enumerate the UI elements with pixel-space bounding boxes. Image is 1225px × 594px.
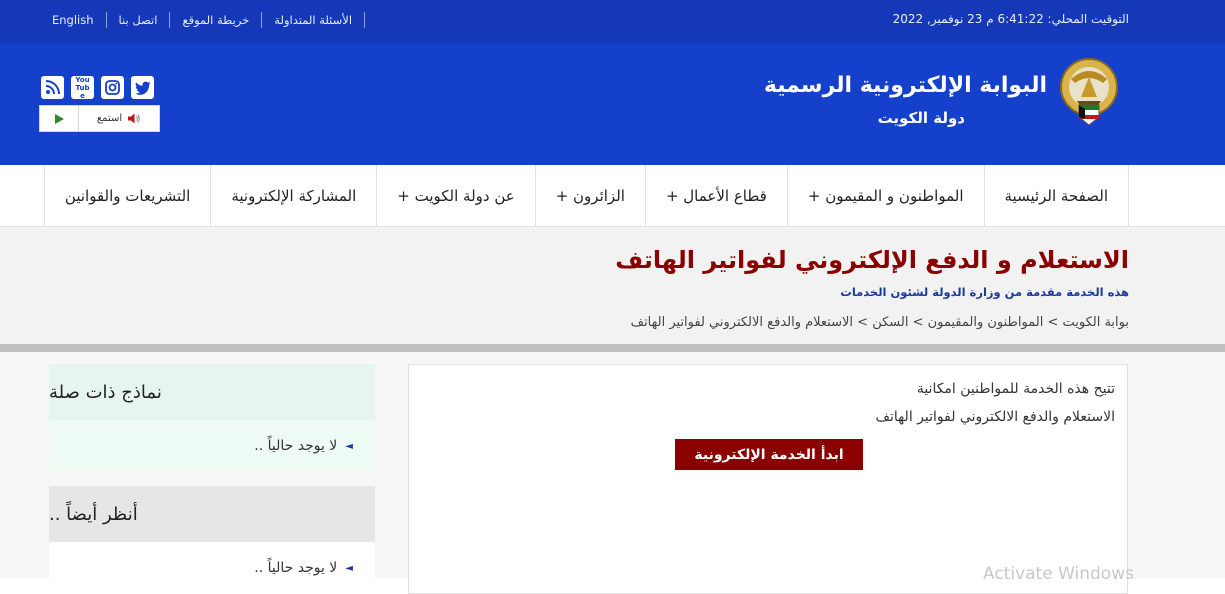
see-also-empty: لا يوجد حالياً .. <box>254 560 338 576</box>
os-activation-watermark: Activate Windows <box>983 564 1134 584</box>
nav-e-participation[interactable]: المشاركة الإلكترونية <box>211 165 378 226</box>
service-description-line-1: تتيح هذه الخدمة للمواطنين امكانية <box>916 381 1115 397</box>
service-panel: تتيح هذه الخدمة للمواطنين امكانية الاستع… <box>408 364 1128 594</box>
english-link[interactable]: English <box>52 13 106 27</box>
page-title: الاستعلام و الدفع الإلكتروني لفواتير اله… <box>615 246 1129 274</box>
service-provider: هذه الخدمة مقدمة من وزارة الدولة لشئون ا… <box>840 285 1129 299</box>
site-title[interactable]: البوابة الإلكترونية الرسمية <box>764 73 1047 98</box>
top-bar: التوقيت المحلي: 6:41:22 م 23 نوفمبر, 202… <box>0 0 1225 43</box>
listen-player: استمع <box>39 105 160 132</box>
top-links: English اتصل بنا خريطة الموقع الأسئلة ال… <box>52 12 366 28</box>
breadcrumb[interactable]: بوابة الكويت > المواطنون والمقيمون > الس… <box>631 315 1129 330</box>
listen-label: استمع <box>96 113 123 124</box>
youtube-logo-text: You Tube <box>75 75 90 100</box>
nav-citizens-residents[interactable]: المواطنون و المقيمون + <box>788 165 985 226</box>
see-also-title: أنظر أيضاً .. <box>49 486 375 542</box>
related-forms-title: نماذج ذات صلة <box>49 364 375 420</box>
social-links: You Tube <box>41 75 154 100</box>
nav-visitors[interactable]: الزائرون + <box>536 165 646 226</box>
divider <box>0 344 1225 352</box>
nav-home[interactable]: الصفحة الرئيسية <box>985 165 1129 226</box>
divider <box>364 12 366 28</box>
nav-legislation-laws[interactable]: التشريعات والقوانين <box>45 165 212 226</box>
twitter-icon[interactable] <box>131 76 154 99</box>
nav-business-sector[interactable]: قطاع الأعمال + <box>646 165 788 226</box>
speaker-icon <box>128 113 140 124</box>
bullet-icon: ◄ <box>345 440 353 452</box>
related-forms-item: ◄ لا يوجد حالياً .. <box>49 420 375 472</box>
site-header: البوابة الإلكترونية الرسمية دولة الكويت … <box>0 43 1225 165</box>
bullet-icon: ◄ <box>345 562 353 574</box>
related-forms-empty: لا يوجد حالياً .. <box>254 438 338 454</box>
kuwait-emblem-logo[interactable] <box>1057 57 1121 129</box>
rss-icon[interactable] <box>41 76 64 99</box>
faq-link[interactable]: الأسئلة المتداولة <box>262 13 364 27</box>
listen-button[interactable]: استمع <box>79 106 159 131</box>
see-also-item: ◄ لا يوجد حالياً .. <box>49 542 375 594</box>
youtube-icon[interactable]: You Tube <box>71 75 94 100</box>
nav-about-kuwait[interactable]: عن دولة الكويت + <box>377 165 536 226</box>
play-button[interactable] <box>40 106 79 131</box>
start-e-service-button[interactable]: ابدأ الخدمة الإلكترونية <box>675 439 863 470</box>
page-header: الاستعلام و الدفع الإلكتروني لفواتير اله… <box>0 227 1225 344</box>
instagram-icon[interactable] <box>101 76 124 99</box>
main-navigation: الصفحة الرئيسية المواطنون و المقيمون + ق… <box>0 165 1225 227</box>
main-content: تتيح هذه الخدمة للمواطنين امكانية الاستع… <box>0 352 1225 594</box>
service-description-line-2: الاستعلام والدفع الالكتروني لفواتير الها… <box>875 409 1115 425</box>
contact-us-link[interactable]: اتصل بنا <box>107 13 170 27</box>
local-time: التوقيت المحلي: 6:41:22 م 23 نوفمبر, 202… <box>892 12 1129 26</box>
sitemap-link[interactable]: خريطة الموقع <box>170 13 261 27</box>
site-subtitle: دولة الكويت <box>877 109 965 127</box>
